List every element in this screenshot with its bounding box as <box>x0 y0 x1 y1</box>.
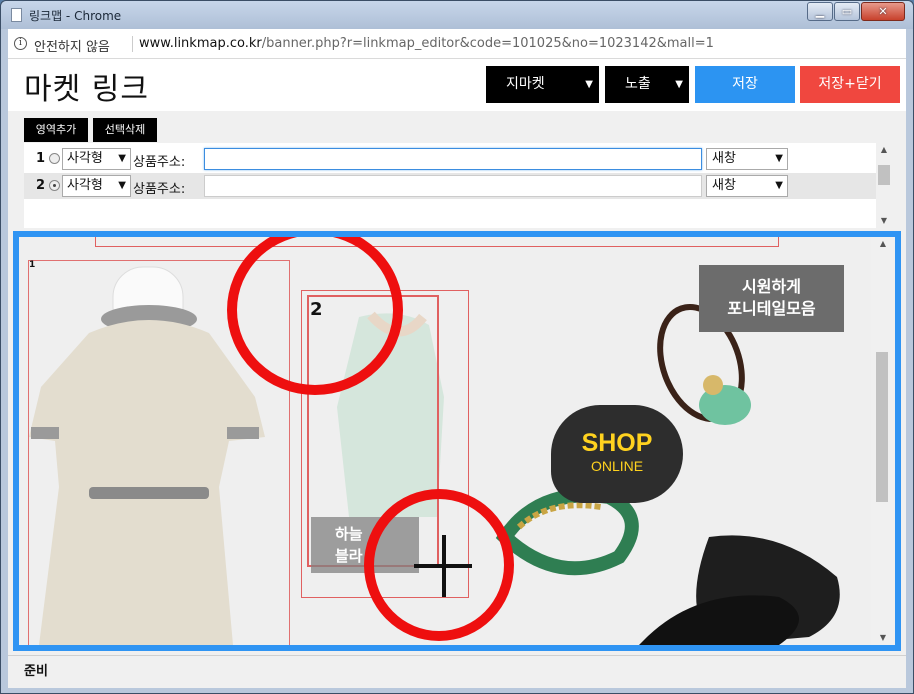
page-icon <box>11 8 22 22</box>
area-row-1: 1 사각형 ▼ 상품주소: 새창 ▼ <box>24 146 876 172</box>
chevron-down-icon: ▼ <box>118 153 126 164</box>
expose-select-value: 노출 <box>625 76 651 92</box>
shop-text: SHOP <box>581 429 653 457</box>
browser-window: 링크맵 - Chrome ▁ ▭ ✕ i 안전하지 않음 www.linkmap… <box>0 0 914 694</box>
scrollbar-thumb[interactable] <box>876 352 888 502</box>
browser-content: i 안전하지 않음 www.linkmap.co.kr/banner.php?r… <box>8 29 906 688</box>
area-list-scrollbar[interactable]: ▲ ▼ <box>876 143 892 228</box>
chevron-down-icon: ▼ <box>118 180 126 191</box>
area-select-radio[interactable] <box>49 180 60 191</box>
maximize-icon: ▭ <box>841 5 853 18</box>
address-label: 상품주소: <box>133 155 186 170</box>
chevron-down-icon: ▼ <box>585 79 593 90</box>
target-select[interactable]: 새창 ▼ <box>706 175 788 197</box>
area-number: 2 <box>36 178 46 193</box>
page-title: 마켓 링크 <box>24 72 149 107</box>
ponytail-badge: 시원하게 포니테일모음 <box>699 265 844 332</box>
scrollbar-thumb[interactable] <box>878 165 890 185</box>
url-text[interactable]: www.linkmap.co.kr/banner.php?r=linkmap_e… <box>139 36 714 51</box>
close-icon: ✕ <box>878 5 888 18</box>
url-domain: www.linkmap.co.kr <box>139 36 262 51</box>
canvas-scrollbar[interactable]: ▲ ▼ <box>871 237 895 645</box>
url-separator <box>132 36 133 52</box>
window-title: 링크맵 - Chrome <box>29 9 122 23</box>
shape-select[interactable]: 사각형 ▼ <box>62 175 131 197</box>
product-address-input[interactable] <box>204 175 702 197</box>
shoes <box>639 535 840 645</box>
maximize-button[interactable]: ▭ <box>834 2 860 21</box>
title-bar[interactable]: 링크맵 - Chrome ▁ ▭ ✕ <box>1 1 913 29</box>
market-select[interactable]: 지마켓 ▼ <box>486 66 599 103</box>
chevron-down-icon: ▼ <box>775 180 783 191</box>
area-number: 1 <box>36 151 46 166</box>
minimize-button[interactable]: ▁ <box>807 2 833 21</box>
link-area-outline <box>95 237 779 247</box>
banner-canvas[interactable]: 1 2 시원하게 포니테일모음 하늘 블라 SHOP ONLINE <box>19 237 871 645</box>
target-select-value: 새창 <box>712 178 736 193</box>
scroll-up-icon[interactable]: ▲ <box>876 143 892 157</box>
bracelet <box>495 488 639 576</box>
expose-select[interactable]: 노출 ▼ <box>605 66 689 103</box>
scroll-up-icon[interactable]: ▲ <box>871 237 895 251</box>
security-indicator[interactable]: 안전하지 않음 <box>34 36 110 55</box>
area-row-2: 2 사각형 ▼ 상품주소: 새창 ▼ <box>24 173 876 199</box>
area-select-radio[interactable] <box>49 153 60 164</box>
online-text: ONLINE <box>590 458 644 474</box>
shape-select-value: 사각형 <box>67 151 103 166</box>
delete-selected-button[interactable]: 선택삭제 <box>93 118 157 142</box>
chevron-down-icon: ▼ <box>675 79 683 90</box>
minimize-icon: ▁ <box>815 5 825 18</box>
status-text: 준비 <box>24 664 48 679</box>
status-bar: 준비 <box>8 655 906 679</box>
badge-line-2: 포니테일모음 <box>727 299 816 318</box>
area-list: 1 사각형 ▼ 상품주소: 새창 ▼ 2 사각형 ▼ 상품주소: 새창 ▼ ▲ … <box>24 143 892 228</box>
close-button[interactable]: ✕ <box>861 2 905 21</box>
chevron-down-icon: ▼ <box>775 153 783 164</box>
shape-select-value: 사각형 <box>67 178 103 193</box>
address-label: 상품주소: <box>133 182 186 197</box>
badge-line-1: 시원하게 <box>742 277 801 296</box>
address-bar[interactable]: i 안전하지 않음 www.linkmap.co.kr/banner.php?r… <box>8 29 906 59</box>
add-area-button[interactable]: 영역추가 <box>24 118 88 142</box>
save-close-button[interactable]: 저장+닫기 <box>800 66 900 103</box>
url-path: /banner.php?r=linkmap_editor&code=101025… <box>261 36 714 51</box>
shop-online-bubble: SHOP ONLINE <box>551 405 683 503</box>
target-select-value: 새창 <box>712 151 736 166</box>
save-button[interactable]: 저장 <box>695 66 795 103</box>
editor-header: 마켓 링크 지마켓 ▼ 노출 ▼ 저장 저장+닫기 <box>8 59 906 111</box>
banner-editor-frame: 1 2 시원하게 포니테일모음 하늘 블라 SHOP ONLINE ▲ ▼ <box>13 231 901 651</box>
scroll-down-icon[interactable]: ▼ <box>871 631 895 645</box>
product-address-input[interactable] <box>204 148 702 170</box>
market-select-value: 지마켓 <box>506 76 545 92</box>
scroll-down-icon[interactable]: ▼ <box>876 214 892 228</box>
crosshair-cursor-icon <box>414 564 472 568</box>
info-icon[interactable]: i <box>14 37 27 50</box>
target-select[interactable]: 새창 ▼ <box>706 148 788 170</box>
link-area-1-label: 1 <box>29 260 36 270</box>
shape-select[interactable]: 사각형 ▼ <box>62 148 131 170</box>
